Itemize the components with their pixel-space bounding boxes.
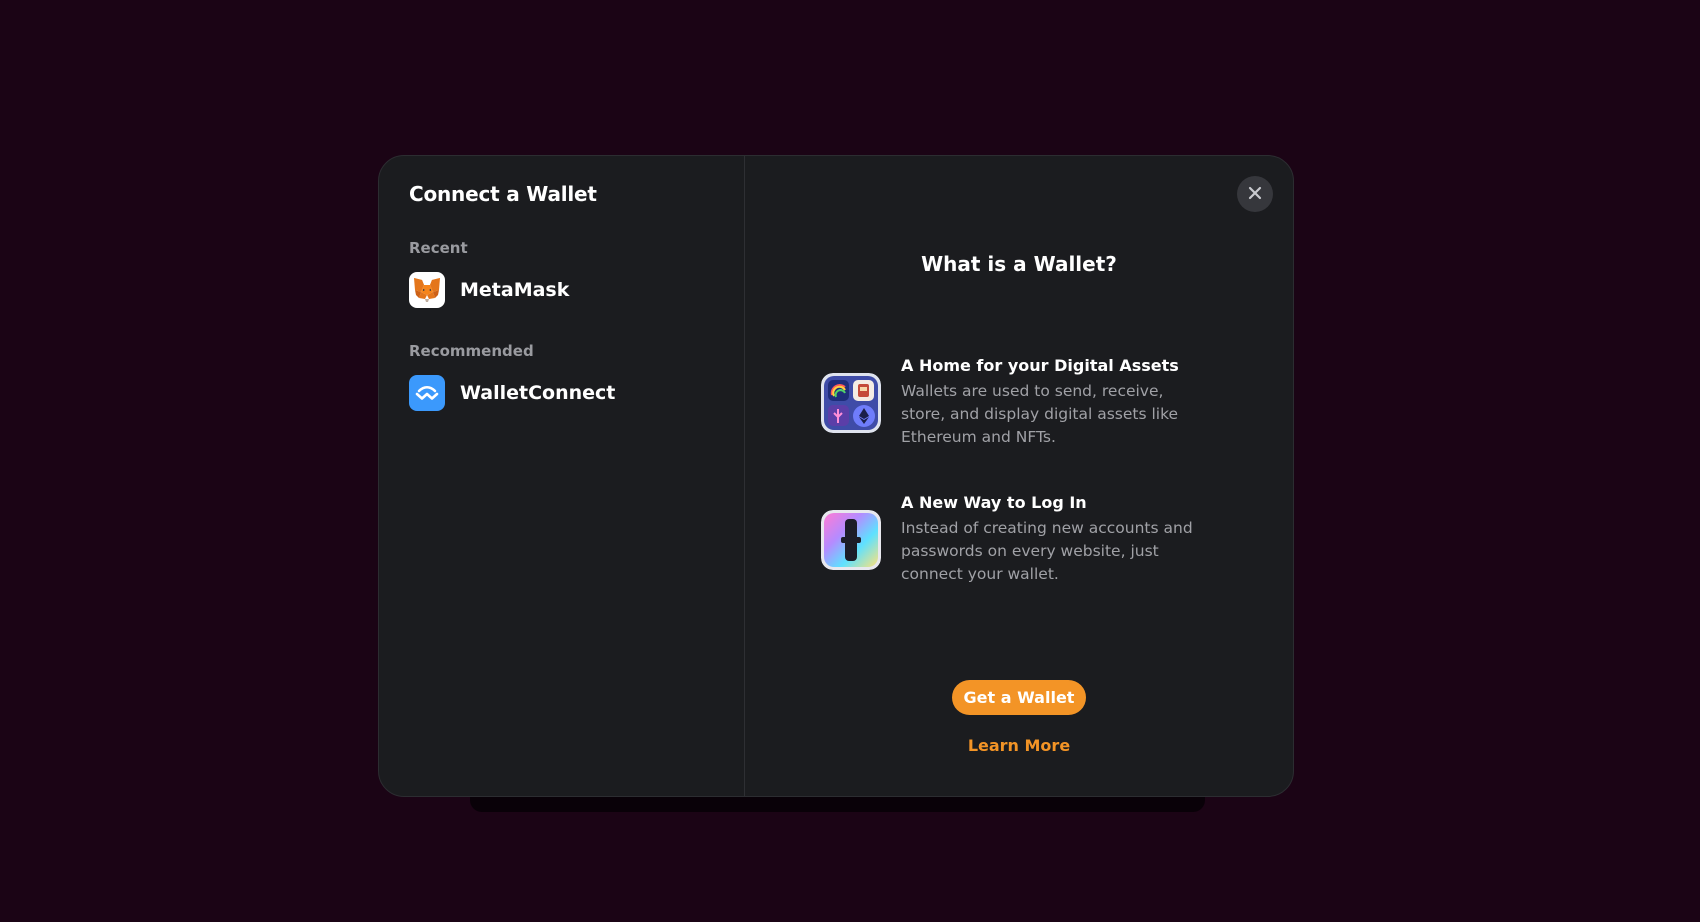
learn-more-link[interactable]: Learn More (745, 736, 1293, 755)
close-icon (1248, 185, 1262, 204)
group-label-recent: Recent (409, 239, 468, 257)
connect-wallet-modal: Connect a Wallet Recent MetaMask Recomme… (378, 155, 1294, 797)
wallet-option-walletconnect[interactable]: WalletConnect (409, 375, 744, 411)
info-item-digital-assets: A Home for your Digital Assets Wallets a… (821, 356, 1241, 449)
wallet-info-pane: What is a Wallet? A Home for your Digita… (745, 156, 1293, 796)
info-body-log-in: Instead of creating new accounts and pas… (901, 519, 1193, 583)
modal-title: Connect a Wallet (409, 182, 597, 206)
info-heading-digital-assets: A Home for your Digital Assets (901, 356, 1179, 375)
info-body-digital-assets: Wallets are used to send, receive, store… (901, 382, 1179, 446)
login-keyhole-icon (821, 509, 881, 570)
info-text-digital-assets: A Home for your Digital Assets Wallets a… (901, 356, 1211, 449)
get-wallet-button[interactable]: Get a Wallet (952, 680, 1086, 715)
wallet-option-metamask[interactable]: MetaMask (409, 272, 744, 308)
wallet-name-metamask: MetaMask (460, 279, 570, 301)
close-button[interactable] (1237, 176, 1273, 212)
info-text-log-in: A New Way to Log In Instead of creating … (901, 493, 1211, 586)
wallet-name-walletconnect: WalletConnect (460, 382, 616, 404)
group-label-recommended: Recommended (409, 342, 534, 360)
walletconnect-icon (409, 375, 445, 411)
digital-assets-icon (821, 372, 881, 433)
wallet-list-pane: Connect a Wallet Recent MetaMask Recomme… (379, 156, 745, 796)
metamask-fox-icon (409, 272, 445, 308)
info-title: What is a Wallet? (921, 252, 1117, 276)
info-heading-log-in: A New Way to Log In (901, 493, 1087, 512)
info-item-log-in: A New Way to Log In Instead of creating … (821, 493, 1241, 586)
